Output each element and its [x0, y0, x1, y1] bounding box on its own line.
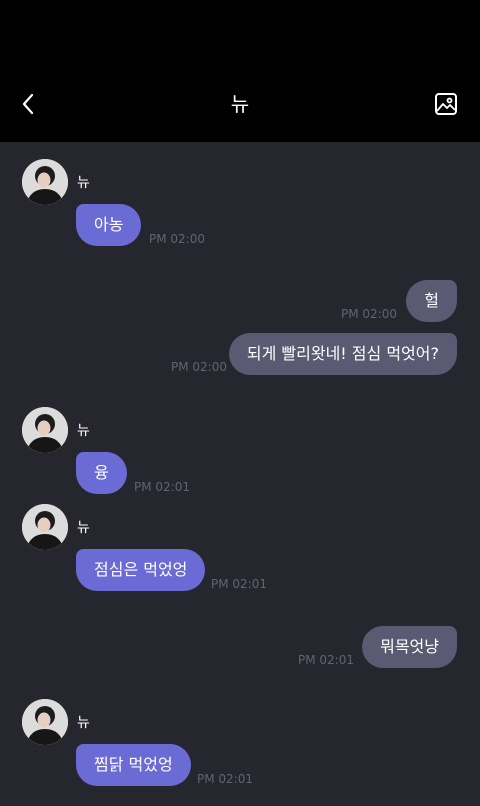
back-button[interactable]: [12, 88, 44, 120]
message-bubble-incoming[interactable]: 찜닭 먹었엉: [76, 744, 191, 786]
message-time: PM 02:01: [134, 480, 190, 494]
message-bubble-outgoing[interactable]: 뭐목엇냥: [362, 626, 457, 668]
message-bubble-incoming[interactable]: 융: [76, 452, 127, 494]
chat-title: 뉴: [230, 92, 250, 116]
sender-name: 뉴: [77, 715, 90, 731]
profile-photo: [22, 159, 68, 205]
message-time: PM 02:01: [211, 577, 267, 591]
message-time: PM 02:00: [341, 307, 397, 321]
image-icon: [435, 93, 457, 115]
avatar[interactable]: [22, 159, 68, 205]
sender-name: 뉴: [77, 423, 90, 439]
message-bubble-incoming[interactable]: 아농: [76, 204, 142, 246]
message-bubble-outgoing[interactable]: 되게 빨리왓네! 점심 먹엇어?: [228, 333, 457, 375]
avatar[interactable]: [22, 699, 68, 745]
profile-photo: [22, 407, 68, 453]
chat-header: 뉴: [0, 0, 480, 142]
chevron-left-icon: [22, 93, 34, 115]
message-bubble-outgoing[interactable]: 헐: [406, 280, 457, 322]
avatar[interactable]: [22, 504, 68, 550]
message-time: PM 02:00: [149, 232, 205, 246]
sender-name: 뉴: [77, 175, 90, 191]
message-bubble-incoming[interactable]: 점심은 먹었엉: [76, 549, 206, 591]
profile-photo: [22, 699, 68, 745]
avatar[interactable]: [22, 407, 68, 453]
chat-screen: 뉴 뉴 아농 PM 02:00 헐 PM 02:00 되게 빨리왓네! 점심 먹…: [0, 0, 480, 806]
message-time: PM 02:01: [197, 772, 253, 786]
message-time: PM 02:00: [171, 360, 227, 374]
profile-photo: [22, 504, 68, 550]
message-time: PM 02:01: [298, 653, 354, 667]
sender-name: 뉴: [77, 520, 90, 536]
gallery-button[interactable]: [430, 88, 462, 120]
